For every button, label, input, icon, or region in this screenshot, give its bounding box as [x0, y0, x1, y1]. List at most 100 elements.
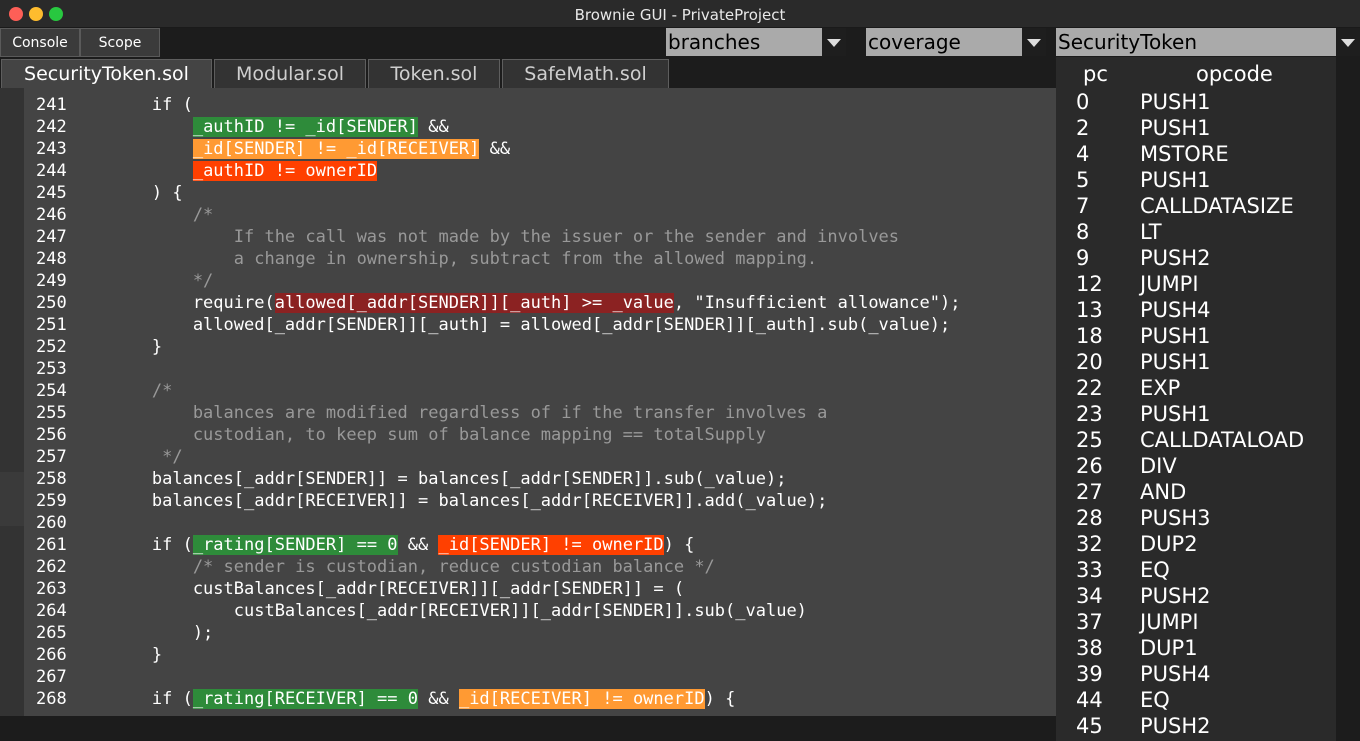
- line-number: 250: [36, 293, 67, 313]
- opcode-row[interactable]: 4 MSTORE: [1056, 140, 1336, 166]
- opcode-name: PUSH1: [1140, 324, 1211, 348]
- line-number: 244: [36, 161, 67, 181]
- opcode-pc: 39: [1076, 662, 1103, 686]
- code-line: 264 custBalances[_addr[RECEIVER]][_addr[…: [36, 600, 960, 622]
- chevron-down-icon[interactable]: [1022, 28, 1046, 56]
- opcode-row[interactable]: 13 PUSH4: [1056, 296, 1336, 322]
- code-line: 267: [36, 666, 960, 688]
- code-editor[interactable]: 241 if (242 _authID != _id[SENDER] && 243…: [0, 88, 1056, 716]
- code-comment: If the call was not made by the issuer o…: [70, 227, 900, 247]
- opcode-row[interactable]: 45 PUSH2: [1056, 712, 1336, 738]
- code-text: ) {: [70, 183, 183, 203]
- opcode-row[interactable]: 0 PUSH1: [1056, 88, 1336, 114]
- opcode-row[interactable]: 39 PUSH4: [1056, 660, 1336, 686]
- opcode-pc: 33: [1076, 558, 1103, 582]
- chevron-down-icon[interactable]: [1336, 28, 1360, 56]
- tab-modular-sol[interactable]: Modular.sol: [214, 59, 366, 90]
- code-text: ) {: [663, 535, 695, 555]
- code-text: balances[_addr[SENDER]] = balances[_addr…: [70, 469, 787, 489]
- code-text: &&: [479, 139, 511, 159]
- contract-select[interactable]: SecurityToken: [1056, 28, 1360, 56]
- line-number: 263: [36, 579, 67, 599]
- opcode-column-header[interactable]: opcode: [1196, 62, 1273, 86]
- line-number: 241: [36, 95, 67, 115]
- code-line: 245 ) {: [36, 182, 960, 204]
- opcode-row[interactable]: 20 PUSH1: [1056, 348, 1336, 374]
- code-text: custBalances[_addr[RECEIVER]][_addr[SEND…: [70, 579, 685, 599]
- tab-securitytoken-sol[interactable]: SecurityToken.sol: [1, 59, 212, 90]
- opcode-row[interactable]: 34 PUSH2: [1056, 582, 1336, 608]
- editor-horizontal-scrollbar[interactable]: [0, 716, 1056, 741]
- pc-column-header[interactable]: pc: [1083, 62, 1108, 86]
- code-comment: balances are modified regardless of if t…: [70, 403, 828, 423]
- opcode-row[interactable]: 26 DIV: [1056, 452, 1336, 478]
- opcode-name: PUSH2: [1140, 714, 1211, 738]
- opcode-pc: 34: [1076, 584, 1103, 608]
- opcode-row[interactable]: 22 EXP: [1056, 374, 1336, 400]
- opcode-row[interactable]: 7 CALLDATASIZE: [1056, 192, 1336, 218]
- opcode-pc: 0: [1076, 90, 1090, 114]
- opcode-row[interactable]: 44 EQ: [1056, 686, 1336, 712]
- opcode-row[interactable]: 8 LT: [1056, 218, 1336, 244]
- coverage-select-value: coverage: [868, 30, 961, 54]
- opcode-row[interactable]: 27 AND: [1056, 478, 1336, 504]
- opcode-row[interactable]: 18 PUSH1: [1056, 322, 1336, 348]
- code-comment: custodian, to keep sum of balance mappin…: [70, 425, 766, 445]
- opcode-name: DUP2: [1140, 532, 1198, 556]
- opcode-row[interactable]: 9 PUSH2: [1056, 244, 1336, 270]
- contract-select-value: SecurityToken: [1058, 30, 1198, 54]
- opcode-row[interactable]: 28 PUSH3: [1056, 504, 1336, 530]
- code-line: 265 );: [36, 622, 960, 644]
- coverage-highlight: _authID != ownerID: [192, 161, 378, 181]
- opcode-row[interactable]: 37 JUMPI: [1056, 608, 1336, 634]
- code-text: , "Insufficient allowance");: [673, 293, 961, 313]
- coverage-highlight: _rating[RECEIVER] == 0: [192, 689, 418, 709]
- line-number: 264: [36, 601, 67, 621]
- opcode-name: CALLDATASIZE: [1140, 194, 1294, 218]
- opcode-pc: 13: [1076, 298, 1103, 322]
- scope-button[interactable]: Scope: [80, 28, 160, 57]
- opcode-name: PUSH1: [1140, 168, 1211, 192]
- opcode-row[interactable]: 33 EQ: [1056, 556, 1336, 582]
- opcode-pc: 23: [1076, 402, 1103, 426]
- line-number: 268: [36, 689, 67, 709]
- coverage-highlight: _id[SENDER] != ownerID: [438, 535, 664, 555]
- editor-gutter: [0, 88, 24, 716]
- tab-safemath-sol[interactable]: SafeMath.sol: [502, 59, 669, 90]
- line-number: 259: [36, 491, 67, 511]
- opcode-scrollbar[interactable]: [1336, 57, 1360, 741]
- opcode-name: PUSH2: [1140, 246, 1211, 270]
- code-line: 248 a change in ownership, subtract from…: [36, 248, 960, 270]
- opcode-panel: pc opcode 0 PUSH1 2 PUSH1 4 MSTORE 5 PUSH1 7 CALL…: [1056, 57, 1336, 741]
- line-number: 254: [36, 381, 67, 401]
- code-line: 255 balances are modified regardless of …: [36, 402, 960, 424]
- opcode-row[interactable]: 32 DUP2: [1056, 530, 1336, 556]
- opcode-row[interactable]: 38 DUP1: [1056, 634, 1336, 660]
- opcode-name: PUSH4: [1140, 298, 1211, 322]
- code-lines: 241 if (242 _authID != _id[SENDER] && 243…: [36, 94, 960, 710]
- code-line: 256 custodian, to keep sum of balance ma…: [36, 424, 960, 446]
- gutter-selection-marker: [0, 472, 24, 526]
- title-bar: Brownie GUI - PrivateProject: [0, 0, 1360, 28]
- code-text: &&: [397, 535, 439, 555]
- console-button[interactable]: Console: [0, 28, 80, 57]
- opcode-row[interactable]: 25 CALLDATALOAD: [1056, 426, 1336, 452]
- line-number: 258: [36, 469, 67, 489]
- tab-token-sol[interactable]: Token.sol: [368, 59, 500, 90]
- opcode-row[interactable]: 5 PUSH1: [1056, 166, 1336, 192]
- code-line: 250 require(allowed[_addr[SENDER]][_auth…: [36, 292, 960, 314]
- opcode-row[interactable]: 2 PUSH1: [1056, 114, 1336, 140]
- opcode-row[interactable]: 12 JUMPI: [1056, 270, 1336, 296]
- code-text: balances[_addr[RECEIVER]] = balances[_ad…: [70, 491, 828, 511]
- opcode-name: AND: [1140, 480, 1187, 504]
- code-line: 260: [36, 512, 960, 534]
- opcode-pc: 38: [1076, 636, 1103, 660]
- opcode-name: PUSH1: [1140, 402, 1211, 426]
- chevron-down-icon[interactable]: [822, 28, 846, 56]
- opcode-pc: 22: [1076, 376, 1103, 400]
- coverage-select[interactable]: coverage: [866, 28, 1046, 56]
- code-text: allowed[_addr[SENDER]][_auth] = allowed[…: [70, 315, 951, 335]
- opcode-row[interactable]: 23 PUSH1: [1056, 400, 1336, 426]
- branches-select[interactable]: branches: [666, 28, 846, 56]
- opcode-pc: 26: [1076, 454, 1103, 478]
